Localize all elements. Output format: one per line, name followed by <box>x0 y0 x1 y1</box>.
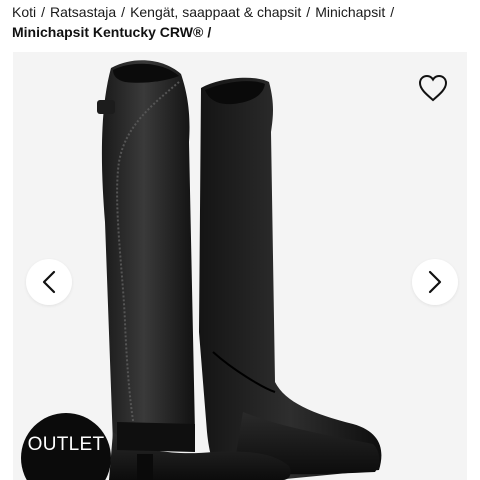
breadcrumb-link-home[interactable]: Koti <box>12 4 36 20</box>
chevron-right-icon <box>428 270 442 294</box>
breadcrumb-current-label: Minichapsit Kentucky CRW® <box>12 24 204 40</box>
outlet-badge-label: OUTLET <box>27 434 105 455</box>
breadcrumb-separator: / <box>207 24 212 40</box>
next-image-button[interactable] <box>412 259 458 305</box>
breadcrumb-separator: / <box>121 4 126 20</box>
breadcrumb-current: Minichapsit Kentucky CRW® / <box>12 22 211 42</box>
heart-outline-icon <box>418 74 448 102</box>
previous-image-button[interactable] <box>26 259 72 305</box>
breadcrumb-link-rider[interactable]: Ratsastaja <box>50 4 116 20</box>
chevron-left-icon <box>42 270 56 294</box>
wishlist-button[interactable] <box>415 70 451 106</box>
breadcrumb: Koti / Ratsastaja / Kengät, saappaat & chaps… <box>12 2 472 22</box>
breadcrumb-separator: / <box>390 4 395 20</box>
breadcrumb-separator: / <box>306 4 311 20</box>
breadcrumb-link-boots[interactable]: Kengät, saappaat & chapsit <box>130 4 301 20</box>
breadcrumb-separator: / <box>41 4 46 20</box>
breadcrumb-link-minichaps[interactable]: Minichapsit <box>315 4 385 20</box>
product-gallery[interactable]: OUTLET <box>13 52 467 480</box>
